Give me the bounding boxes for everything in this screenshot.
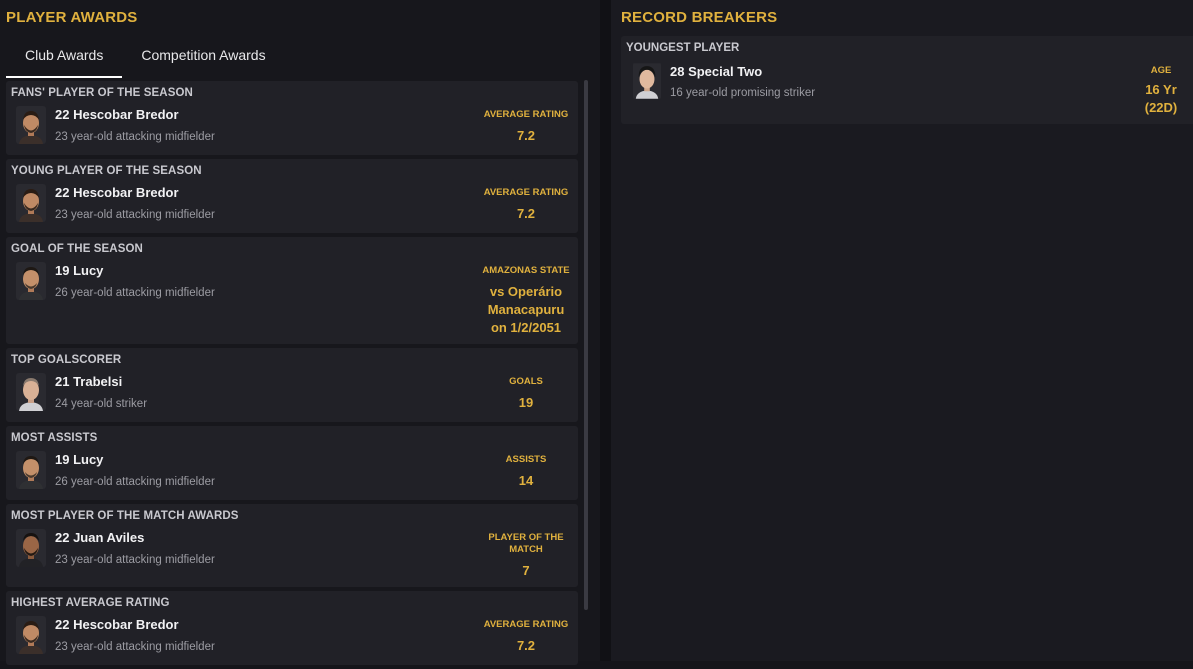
award-title: GOAL OF THE SEASON <box>11 243 143 255</box>
stat-value: 14 <box>518 473 534 488</box>
award-card[interactable]: MOST ASSISTS 19 Lucy 26 year-old attacki… <box>6 426 578 500</box>
award-title: MOST PLAYER OF THE MATCH AWARDS <box>11 510 239 522</box>
stat-label: AVERAGE RATING <box>483 619 569 630</box>
award-card[interactable]: TOP GOALSCORER 21 Trabelsi 24 year-old s… <box>6 348 578 422</box>
player-description: 23 year-old attacking midfielder <box>55 131 215 143</box>
stat-value[interactable]: vs Operário Manacapuru on 1/2/2051 <box>486 283 566 337</box>
award-stat: AVERAGE RATING 7.2 <box>478 187 574 223</box>
player-name[interactable]: 22 Hescobar Bredor <box>55 617 179 632</box>
record-breakers-title: RECORD BREAKERS <box>621 9 778 26</box>
player-description: 26 year-old attacking midfielder <box>55 476 215 488</box>
award-stat: ASSISTS 14 <box>478 454 574 490</box>
award-title: MOST ASSISTS <box>11 432 98 444</box>
player-name[interactable]: 22 Hescobar Bredor <box>55 185 179 200</box>
panel-divider <box>600 0 611 661</box>
player-name[interactable]: 19 Lucy <box>55 263 103 278</box>
player-description: 23 year-old attacking midfielder <box>55 209 215 221</box>
stat-value: 7.2 <box>516 206 536 221</box>
tab-competition-awards[interactable]: Competition Awards <box>122 40 284 76</box>
player-face-icon <box>16 451 46 489</box>
player-description: 23 year-old attacking midfielder <box>55 641 215 653</box>
awards-scrollbar[interactable] <box>584 80 588 610</box>
player-face-icon <box>16 373 46 411</box>
record-card[interactable]: YOUNGEST PLAYER 28 Special Two 16 year-o… <box>621 36 1193 124</box>
stat-value: 7.2 <box>516 128 536 143</box>
player-name[interactable]: 22 Hescobar Bredor <box>55 107 179 122</box>
award-title: TOP GOALSCORER <box>11 354 122 366</box>
player-name[interactable]: 22 Juan Aviles <box>55 530 144 545</box>
award-card[interactable]: YOUNG PLAYER OF THE SEASON 22 Hescobar B… <box>6 159 578 233</box>
awards-list: FANS' PLAYER OF THE SEASON 22 Hescobar B… <box>6 81 578 669</box>
award-card[interactable]: GOAL OF THE SEASON 19 Lucy 26 year-old a… <box>6 237 578 344</box>
player-face-icon <box>16 616 46 654</box>
stat-value: 16 Yr (22D) <box>1144 82 1178 115</box>
stat-label: PLAYER OF THE MATCH <box>488 532 564 555</box>
player-description: 24 year-old striker <box>55 398 148 410</box>
stat-value: 7.2 <box>516 638 536 653</box>
stat-label: ASSISTS <box>505 454 547 465</box>
award-stat: AVERAGE RATING 7.2 <box>478 109 574 145</box>
record-stat: AGE 16 Yr (22D) <box>1121 65 1193 117</box>
stat-label: GOALS <box>509 376 543 387</box>
award-title: HIGHEST AVERAGE RATING <box>11 597 170 609</box>
player-awards-title: PLAYER AWARDS <box>6 9 138 26</box>
tab-club-awards[interactable]: Club Awards <box>6 40 123 78</box>
player-face-icon <box>633 63 661 99</box>
award-stat: GOALS 19 <box>478 376 574 412</box>
player-description: 26 year-old attacking midfielder <box>55 287 215 299</box>
player-face-icon <box>16 262 46 300</box>
player-description: 16 year-old promising striker <box>670 87 816 99</box>
stat-label: AGE <box>1150 65 1172 76</box>
record-title: YOUNGEST PLAYER <box>626 42 740 54</box>
award-stat: PLAYER OF THE MATCH 7 <box>478 532 574 580</box>
stat-label: AMAZONAS STATE <box>482 265 570 276</box>
award-title: FANS' PLAYER OF THE SEASON <box>11 87 193 99</box>
award-card[interactable]: MOST PLAYER OF THE MATCH AWARDS 22 Juan … <box>6 504 578 587</box>
award-title: YOUNG PLAYER OF THE SEASON <box>11 165 202 177</box>
stat-label: AVERAGE RATING <box>483 187 569 198</box>
player-face-icon <box>16 184 46 222</box>
award-card[interactable]: FANS' PLAYER OF THE SEASON 22 Hescobar B… <box>6 81 578 155</box>
player-face-icon <box>16 106 46 144</box>
stat-value: 7 <box>522 563 530 578</box>
player-name[interactable]: 28 Special Two <box>670 64 762 79</box>
stat-label: AVERAGE RATING <box>483 109 569 120</box>
award-stat: AVERAGE RATING 7.2 <box>478 619 574 655</box>
awards-tabs: Club Awards Competition Awards <box>6 40 285 78</box>
player-description: 23 year-old attacking midfielder <box>55 554 215 566</box>
award-stat: AMAZONAS STATE vs Operário Manacapuru on… <box>478 265 574 337</box>
player-name[interactable]: 21 Trabelsi <box>55 374 122 389</box>
player-face-icon <box>16 529 46 567</box>
stat-value: 19 <box>518 395 534 410</box>
award-card[interactable]: HIGHEST AVERAGE RATING 22 Hescobar Bredo… <box>6 591 578 665</box>
player-name[interactable]: 19 Lucy <box>55 452 103 467</box>
